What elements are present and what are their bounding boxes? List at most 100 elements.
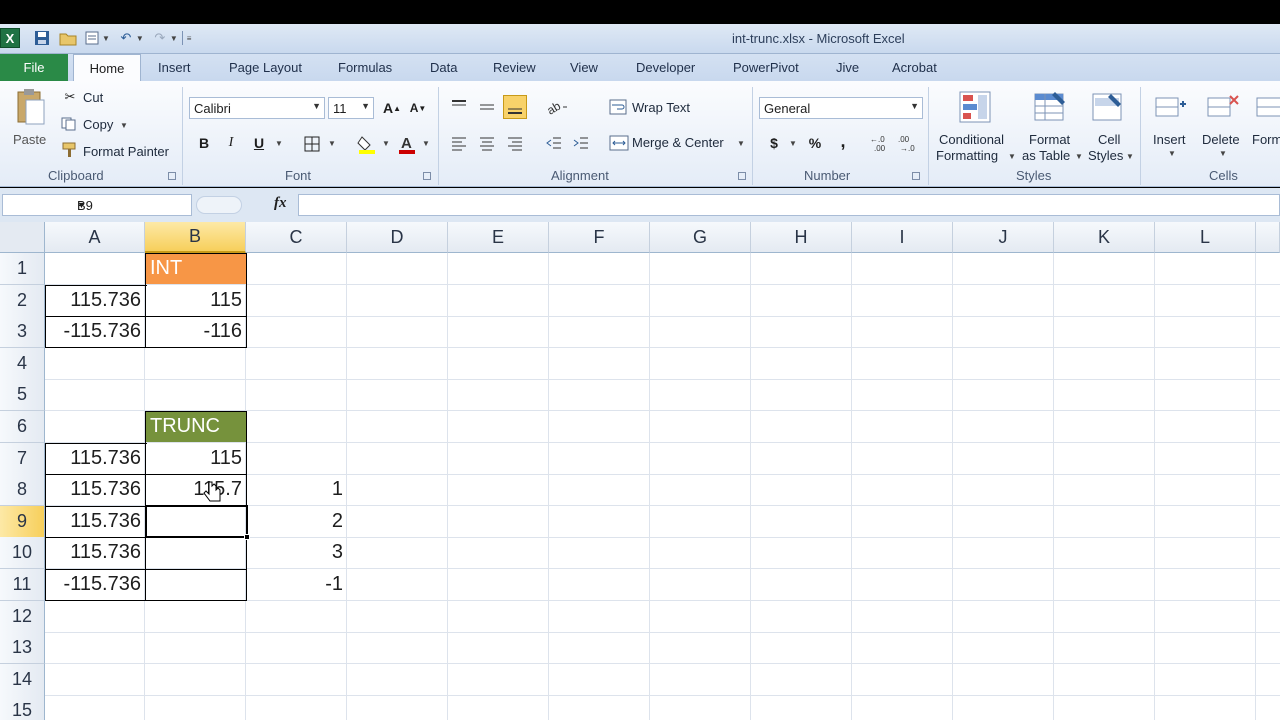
column-header-i[interactable]: I: [852, 222, 953, 253]
font-name-combo[interactable]: Calibri ▼: [189, 97, 325, 119]
row-header-13[interactable]: 13: [0, 632, 45, 664]
align-top-icon[interactable]: [448, 96, 470, 118]
select-all-button[interactable]: [0, 222, 45, 253]
align-bottom-icon[interactable]: [503, 95, 527, 119]
underline-button[interactable]: U: [249, 133, 269, 153]
percent-button[interactable]: %: [805, 133, 825, 153]
format-as-table-label-1[interactable]: Format: [1029, 132, 1070, 147]
cell-C9[interactable]: 2: [248, 506, 347, 537]
bold-button[interactable]: B: [194, 133, 214, 153]
decrease-indent-icon[interactable]: [543, 132, 565, 154]
column-header-g[interactable]: G: [650, 222, 751, 253]
tab-developer[interactable]: Developer: [636, 60, 695, 75]
chevron-down-icon[interactable]: ▼: [136, 34, 144, 43]
column-header-c[interactable]: C: [246, 222, 347, 253]
column-header-l[interactable]: L: [1155, 222, 1256, 253]
align-left-icon[interactable]: [448, 132, 470, 154]
dialog-launcher-icon[interactable]: [168, 172, 176, 180]
number-format-combo[interactable]: General ▼: [759, 97, 923, 119]
paste-button[interactable]: Paste: [13, 132, 46, 147]
tab-view[interactable]: View: [570, 60, 598, 75]
chevron-down-icon[interactable]: ▼: [737, 139, 745, 148]
redo-icon[interactable]: ↷: [150, 28, 170, 48]
formula-expand-handle[interactable]: [196, 196, 242, 214]
excel-app-icon[interactable]: X: [0, 28, 20, 48]
copy-button[interactable]: Copy: [83, 117, 113, 132]
font-color-icon[interactable]: A: [396, 133, 418, 155]
chevron-down-icon[interactable]: ▼: [328, 139, 336, 148]
tab-file[interactable]: File: [0, 54, 68, 81]
wrap-text-button[interactable]: Wrap Text: [632, 100, 690, 115]
dialog-launcher-icon[interactable]: [912, 172, 920, 180]
tab-formulas[interactable]: Formulas: [338, 60, 392, 75]
font-size-combo[interactable]: 11 ▼: [328, 97, 374, 119]
chevron-down-icon[interactable]: ▼: [170, 34, 178, 43]
chevron-down-icon[interactable]: ▼: [77, 200, 186, 210]
conditional-formatting-label-1[interactable]: Conditional: [939, 132, 1004, 147]
increase-indent-icon[interactable]: [570, 132, 592, 154]
cell-styles-label-2[interactable]: Styles: [1088, 148, 1123, 163]
paste-icon[interactable]: [12, 87, 48, 127]
insert-cells-button[interactable]: Insert: [1153, 132, 1186, 147]
chevron-down-icon[interactable]: ▼: [1008, 152, 1016, 161]
print-preview-icon[interactable]: [82, 28, 102, 48]
customize-toolbar-icon[interactable]: ≡: [187, 34, 192, 43]
format-painter-button[interactable]: Format Painter: [83, 144, 169, 159]
decrease-font-icon[interactable]: A ▼: [408, 98, 428, 118]
format-cells-button[interactable]: Form: [1252, 132, 1280, 147]
tab-page-layout[interactable]: Page Layout: [229, 60, 302, 75]
decrease-decimal-icon[interactable]: .00 →.0: [898, 133, 922, 153]
undo-icon[interactable]: ↶: [116, 28, 136, 48]
chevron-down-icon[interactable]: ▼: [120, 121, 128, 130]
orientation-icon[interactable]: ab: [545, 96, 571, 118]
fill-color-icon[interactable]: [356, 133, 378, 155]
row-header-7[interactable]: 7: [0, 443, 45, 475]
column-header-overflow[interactable]: [1256, 222, 1280, 253]
tab-insert[interactable]: Insert: [158, 60, 191, 75]
increase-decimal-icon[interactable]: ←.0.00: [870, 133, 894, 153]
column-header-b[interactable]: B: [145, 222, 246, 253]
tab-powerpivot[interactable]: PowerPivot: [733, 60, 799, 75]
row-header-3[interactable]: 3: [0, 316, 45, 348]
merge-center-button[interactable]: Merge & Center: [632, 135, 724, 150]
save-icon[interactable]: [32, 28, 52, 48]
dialog-launcher-icon[interactable]: [738, 172, 746, 180]
align-middle-icon[interactable]: [476, 96, 498, 118]
delete-cells-button[interactable]: Delete: [1202, 132, 1240, 147]
column-header-k[interactable]: K: [1054, 222, 1155, 253]
tab-acrobat[interactable]: Acrobat: [892, 60, 937, 75]
row-header-12[interactable]: 12: [0, 601, 45, 633]
italic-button[interactable]: I: [221, 133, 241, 153]
row-header-15[interactable]: 15: [0, 695, 45, 720]
chevron-down-icon[interactable]: ▼: [789, 139, 797, 148]
tab-jive[interactable]: Jive: [836, 60, 859, 75]
borders-icon[interactable]: [302, 134, 322, 154]
chevron-down-icon[interactable]: ▼: [1126, 152, 1134, 161]
column-header-a[interactable]: A: [45, 222, 145, 253]
row-header-11[interactable]: 11: [0, 569, 45, 601]
row-header-14[interactable]: 14: [0, 664, 45, 696]
increase-font-icon[interactable]: A ▲: [382, 98, 402, 118]
currency-button[interactable]: $: [764, 133, 784, 153]
column-header-f[interactable]: F: [549, 222, 650, 253]
column-header-e[interactable]: E: [448, 222, 549, 253]
formula-input[interactable]: [298, 194, 1280, 216]
row-header-8[interactable]: 8: [0, 474, 45, 506]
row-header-10[interactable]: 10: [0, 537, 45, 569]
active-cell-B9[interactable]: [145, 505, 248, 538]
tab-data[interactable]: Data: [430, 60, 457, 75]
name-box[interactable]: B9 ▼: [2, 194, 192, 216]
tab-home[interactable]: Home: [73, 54, 141, 82]
chevron-down-icon[interactable]: ▼: [422, 139, 430, 148]
open-folder-icon[interactable]: [58, 28, 78, 48]
column-header-h[interactable]: H: [751, 222, 852, 253]
cell-C11[interactable]: -1: [248, 569, 347, 600]
row-header-6[interactable]: 6: [0, 411, 45, 443]
cut-button[interactable]: Cut: [83, 90, 103, 105]
align-center-icon[interactable]: [476, 132, 498, 154]
comma-style-button[interactable]: ,: [833, 131, 853, 151]
align-right-icon[interactable]: [504, 132, 526, 154]
row-header-9[interactable]: 9: [0, 506, 45, 538]
row-header-2[interactable]: 2: [0, 285, 45, 317]
tab-review[interactable]: Review: [493, 60, 536, 75]
